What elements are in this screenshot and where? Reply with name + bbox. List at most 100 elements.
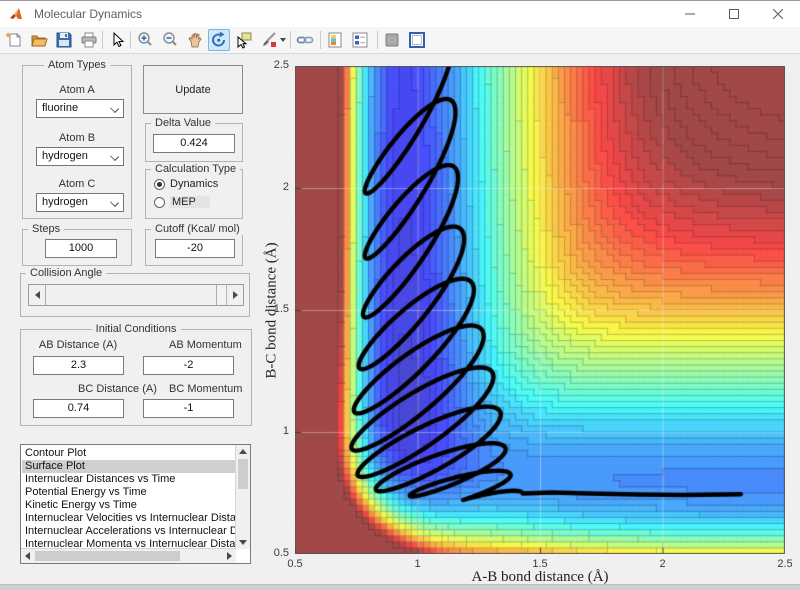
initial-conditions-title: Initial Conditions	[91, 323, 181, 335]
title-bar: Molecular Dynamics	[0, 1, 800, 27]
radio-dynamics[interactable]: Dynamics	[154, 178, 218, 190]
listbox-vertical-scrollbar[interactable]	[235, 445, 250, 549]
calculation-type-title: Calculation Type	[151, 163, 241, 175]
arrow-right-icon	[232, 291, 238, 299]
atom-b-dropdown[interactable]: hydrogen	[36, 147, 124, 166]
new-document-icon	[5, 32, 22, 47]
list-item[interactable]: Contour Plot	[22, 447, 235, 460]
atom-b-value: hydrogen	[42, 150, 88, 162]
chevron-down-icon	[110, 198, 119, 207]
bc-momentum-field[interactable]: -1	[143, 399, 234, 418]
atom-a-dropdown[interactable]: fluorine	[36, 99, 124, 118]
link-icon	[296, 36, 314, 44]
x-tick-label: 0.5	[287, 558, 303, 570]
arrow-left-icon	[25, 552, 30, 560]
y-axis-label: B-C bond distance (Å)	[263, 242, 280, 379]
data-cursor-tool-button[interactable]	[233, 29, 255, 51]
atom-types-panel: Atom Types Atom A fluorine Atom B hydrog…	[22, 59, 132, 219]
chevron-down-icon	[110, 152, 119, 161]
scroll-right-button[interactable]	[223, 549, 236, 563]
plot-area	[295, 66, 785, 554]
rotate-3d-tool-button[interactable]	[208, 29, 230, 51]
delta-value-panel: Delta Value 0.424	[145, 117, 243, 162]
slider-left-arrow[interactable]	[29, 285, 46, 305]
printer-icon	[81, 32, 97, 48]
steps-title: Steps	[28, 223, 65, 235]
minimize-button[interactable]	[668, 1, 712, 27]
new-figure-button[interactable]	[3, 29, 25, 51]
list-item[interactable]: Internuclear Accelerations vs Internucle…	[22, 525, 235, 538]
scroll-up-button[interactable]	[236, 445, 250, 458]
data-cursor-icon	[237, 32, 252, 49]
maximize-icon	[729, 9, 739, 19]
arrow-cursor-icon	[113, 31, 125, 48]
list-item[interactable]: Kinetic Energy vs Time	[22, 499, 235, 512]
list-item[interactable]: Internuclear Momenta vs Internuclear Dis…	[22, 538, 235, 548]
link-plot-button[interactable]	[294, 29, 316, 51]
slider-right-arrow[interactable]	[226, 285, 243, 305]
open-file-button[interactable]	[28, 29, 50, 51]
vscroll-thumb[interactable]	[238, 459, 248, 489]
insert-colorbar-button[interactable]	[324, 29, 346, 51]
bc-distance-field[interactable]: 0.74	[33, 399, 124, 418]
cutoff-field[interactable]: -20	[155, 239, 235, 258]
show-plot-tools-button[interactable]	[406, 29, 428, 51]
radio-mep-label: MEP	[170, 196, 210, 208]
radio-mep[interactable]: MEP	[154, 196, 210, 208]
list-item[interactable]: Potential Energy vs Time	[22, 486, 235, 499]
print-button[interactable]	[78, 29, 100, 51]
toolbar-separator	[290, 31, 291, 49]
delta-value-title: Delta Value	[151, 117, 216, 129]
toolbar-separator	[130, 31, 131, 49]
close-button[interactable]	[756, 1, 800, 27]
minimize-icon	[685, 13, 695, 15]
pan-tool-button[interactable]	[184, 29, 206, 51]
list-item[interactable]: Internuclear Velocities vs Internuclear …	[22, 512, 235, 525]
steps-field[interactable]: 1000	[45, 239, 117, 258]
close-icon	[773, 9, 783, 19]
toolbar-separator	[320, 31, 321, 49]
save-icon	[56, 32, 72, 48]
zoom-out-tool-button[interactable]	[159, 29, 181, 51]
zoom-in-icon	[138, 32, 152, 46]
ab-distance-field[interactable]: 2.3	[33, 356, 124, 375]
app-window: Molecular Dynamics Atom Types Atom A flu…	[0, 0, 800, 590]
hscroll-thumb[interactable]	[35, 551, 180, 561]
initial-conditions-panel: Initial Conditions AB Distance (A) AB Mo…	[20, 323, 252, 426]
atom-c-dropdown[interactable]: hydrogen	[36, 193, 124, 212]
bc-distance-label: BC Distance (A)	[78, 383, 157, 395]
insert-legend-button[interactable]	[349, 29, 371, 51]
update-button[interactable]: Update	[143, 65, 243, 114]
delta-value-field[interactable]: 0.424	[153, 134, 235, 153]
plot-type-listbox[interactable]: Contour Plot Surface Plot Internuclear Dis…	[20, 444, 251, 564]
arrow-up-icon	[239, 449, 247, 454]
list-item[interactable]: Internuclear Distances vs Time	[22, 473, 235, 486]
toolbar-separator	[102, 31, 103, 49]
toolbar-separator	[377, 31, 378, 49]
window-bottom-edge	[0, 584, 800, 590]
list-item[interactable]: Surface Plot	[22, 460, 235, 473]
hide-plot-tools-button[interactable]	[381, 29, 403, 51]
pointer-tool-button[interactable]	[106, 29, 128, 51]
arrow-right-icon	[227, 552, 232, 560]
chevron-down-icon	[110, 104, 119, 113]
collision-angle-slider[interactable]	[28, 284, 244, 306]
slider-thumb[interactable]	[45, 285, 217, 305]
scroll-left-button[interactable]	[21, 549, 34, 563]
brush-tool-button[interactable]	[258, 29, 280, 51]
ab-distance-label: AB Distance (A)	[38, 339, 118, 351]
scroll-down-button[interactable]	[236, 536, 250, 549]
atom-a-value: fluorine	[42, 102, 79, 114]
atom-c-label: Atom C	[58, 178, 96, 190]
maximize-button[interactable]	[712, 1, 756, 27]
steps-panel: Steps 1000	[22, 223, 132, 266]
atom-b-label: Atom B	[58, 132, 96, 144]
brush-dropdown-caret[interactable]	[280, 38, 286, 42]
legend-icon	[352, 32, 368, 48]
show-plot-tools-icon	[409, 32, 425, 48]
listbox-horizontal-scrollbar[interactable]	[21, 548, 236, 563]
save-figure-button[interactable]	[53, 29, 75, 51]
contour-canvas[interactable]	[295, 66, 785, 554]
ab-momentum-field[interactable]: -2	[143, 356, 234, 375]
zoom-in-tool-button[interactable]	[134, 29, 156, 51]
